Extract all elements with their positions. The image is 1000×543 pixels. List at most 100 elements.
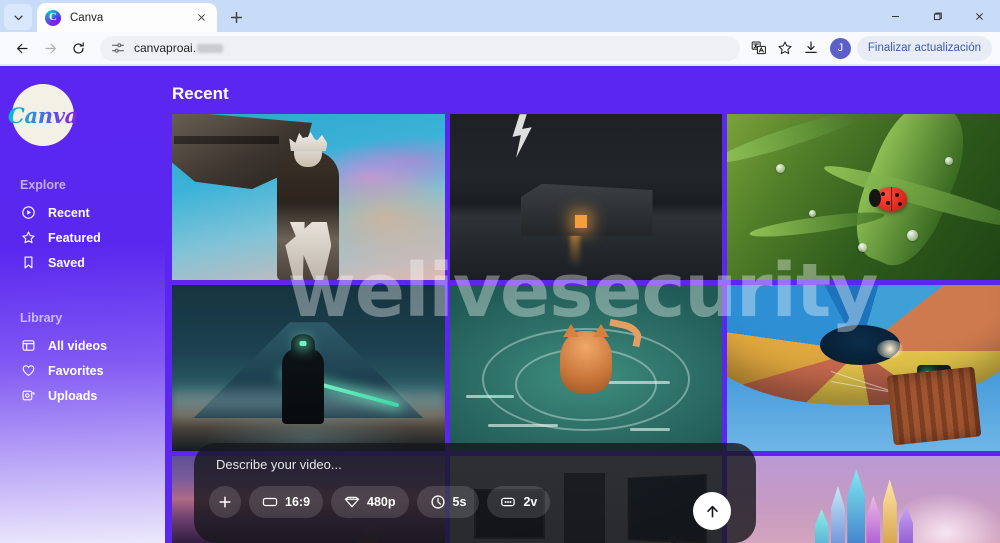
aspect-ratio-chip[interactable]: 16:9 (249, 486, 324, 518)
chevron-down-icon (13, 15, 23, 20)
duration-chip[interactable]: 5s (416, 486, 480, 518)
close-icon (197, 14, 205, 21)
sidebar-item-favorites[interactable]: Favorites (0, 358, 165, 383)
url-text: canvaproai. (134, 41, 224, 55)
tab-title: Canva (70, 11, 104, 24)
samurai-art (281, 341, 324, 425)
site-settings-button[interactable] (110, 41, 125, 56)
gallery-item-thumb-9[interactable] (727, 456, 1000, 543)
balloon-flame-art (877, 339, 904, 358)
glowing-eye-art (299, 341, 307, 347)
browser-window: C Canva canvaproai. J Finalizar actualiz… (0, 0, 1000, 543)
gallery-item-thumb-3[interactable] (727, 114, 1000, 280)
lightning-art (512, 114, 532, 158)
window-controls (874, 0, 1000, 32)
variants-icon (501, 497, 516, 507)
frame-icon (262, 497, 278, 507)
sidebar-item-all-videos[interactable]: All videos (0, 333, 165, 358)
url-value: canvaproai. (134, 41, 197, 55)
download-icon (805, 41, 817, 53)
barn-window-art (575, 215, 588, 229)
translate-button[interactable] (746, 35, 772, 61)
gallery-item-thumb-5[interactable] (449, 285, 723, 451)
minimize-icon (891, 15, 899, 17)
bookmark-icon (20, 254, 37, 271)
close-icon (975, 12, 983, 20)
star-icon (778, 41, 792, 55)
diamond-icon (344, 496, 360, 508)
reload-button[interactable] (64, 34, 92, 62)
translate-icon (751, 41, 766, 55)
water-wave-art (629, 427, 670, 431)
quality-chip[interactable]: 480p (331, 486, 409, 518)
maximize-icon (933, 12, 942, 20)
clock-icon (430, 495, 445, 509)
forward-button[interactable] (36, 34, 64, 62)
variants-chip[interactable]: 2v (487, 486, 551, 518)
upload-box-icon (20, 387, 37, 404)
arrow-right-icon (44, 43, 56, 53)
reload-icon (72, 41, 84, 54)
variants-value: 2v (523, 495, 538, 509)
sidebar-section-explore: Explore Recent Featured Saved (0, 178, 165, 275)
app-sidebar: Canva Explore Recent Featured Saved Libr… (0, 66, 165, 543)
profile-initial: J (837, 42, 844, 54)
crystal-spire-art (866, 495, 881, 543)
balloon-basket-art (886, 366, 982, 446)
gallery-item-thumb-1[interactable] (172, 114, 445, 280)
generate-video-button[interactable] (693, 492, 731, 530)
tab-strip: C Canva (0, 0, 1000, 32)
plus-icon (230, 11, 242, 23)
play-circle-icon (20, 204, 37, 221)
dew-drop-art (776, 163, 786, 173)
sidebar-item-recent[interactable]: Recent (0, 200, 165, 225)
address-bar[interactable]: canvaproai. (100, 35, 740, 61)
finish-update-button[interactable]: Finalizar actualización (856, 35, 992, 61)
maximize-button[interactable] (916, 0, 958, 32)
profile-avatar[interactable]: J (829, 37, 851, 59)
arrow-up-icon (706, 505, 718, 517)
star-outline-icon (20, 229, 37, 246)
add-media-button[interactable] (209, 486, 241, 518)
page-title: Recent (172, 84, 229, 103)
gallery-item-thumb-4[interactable] (172, 285, 445, 451)
downloads-button[interactable] (798, 35, 824, 61)
gallery-item-thumb-6[interactable] (727, 285, 1000, 451)
crystal-spire-art (830, 485, 845, 543)
canva-logo[interactable]: Canva (8, 84, 78, 146)
minimize-button[interactable] (874, 0, 916, 32)
crystal-spire-art (882, 479, 897, 543)
close-window-button[interactable] (958, 0, 1000, 32)
grass-blade-art (727, 114, 874, 171)
sidebar-section-title-library: Library (20, 311, 63, 325)
page-content: Canva Explore Recent Featured Saved Libr… (0, 66, 1000, 543)
quality-value: 480p (367, 495, 396, 509)
favicon-letter: C (49, 11, 57, 23)
browser-tab[interactable]: C Canva (37, 3, 217, 32)
main-content: Recent welivesecurity Describe your vide… (165, 66, 1000, 543)
gallery-icon (20, 337, 37, 354)
crystal-spire-art (847, 469, 866, 543)
character-head-art (294, 137, 323, 168)
tune-icon (111, 43, 124, 53)
aspect-ratio-value: 16:9 (285, 495, 311, 509)
plus-icon (219, 496, 231, 508)
sidebar-item-saved[interactable]: Saved (0, 250, 165, 275)
sidebar-item-featured[interactable]: Featured (0, 225, 165, 250)
sidebar-item-label: Favorites (48, 363, 104, 378)
gallery-item-thumb-2[interactable] (449, 114, 723, 280)
water-wave-art (487, 424, 558, 428)
url-redacted-block (197, 44, 224, 54)
canva-favicon-icon: C (45, 9, 61, 26)
bookmark-button[interactable] (772, 35, 798, 61)
close-tab-button[interactable] (193, 10, 209, 26)
tab-search-button[interactable] (4, 4, 32, 30)
heart-icon (20, 362, 37, 379)
back-button[interactable] (8, 34, 36, 62)
prompt-input[interactable]: Describe your video... (216, 457, 756, 472)
canva-logo-text: Canva (8, 102, 78, 128)
new-tab-button[interactable] (223, 4, 249, 30)
sidebar-item-uploads[interactable]: Uploads (0, 383, 165, 408)
sidebar-item-label: Recent (48, 205, 90, 220)
water-wave-art (607, 381, 670, 385)
